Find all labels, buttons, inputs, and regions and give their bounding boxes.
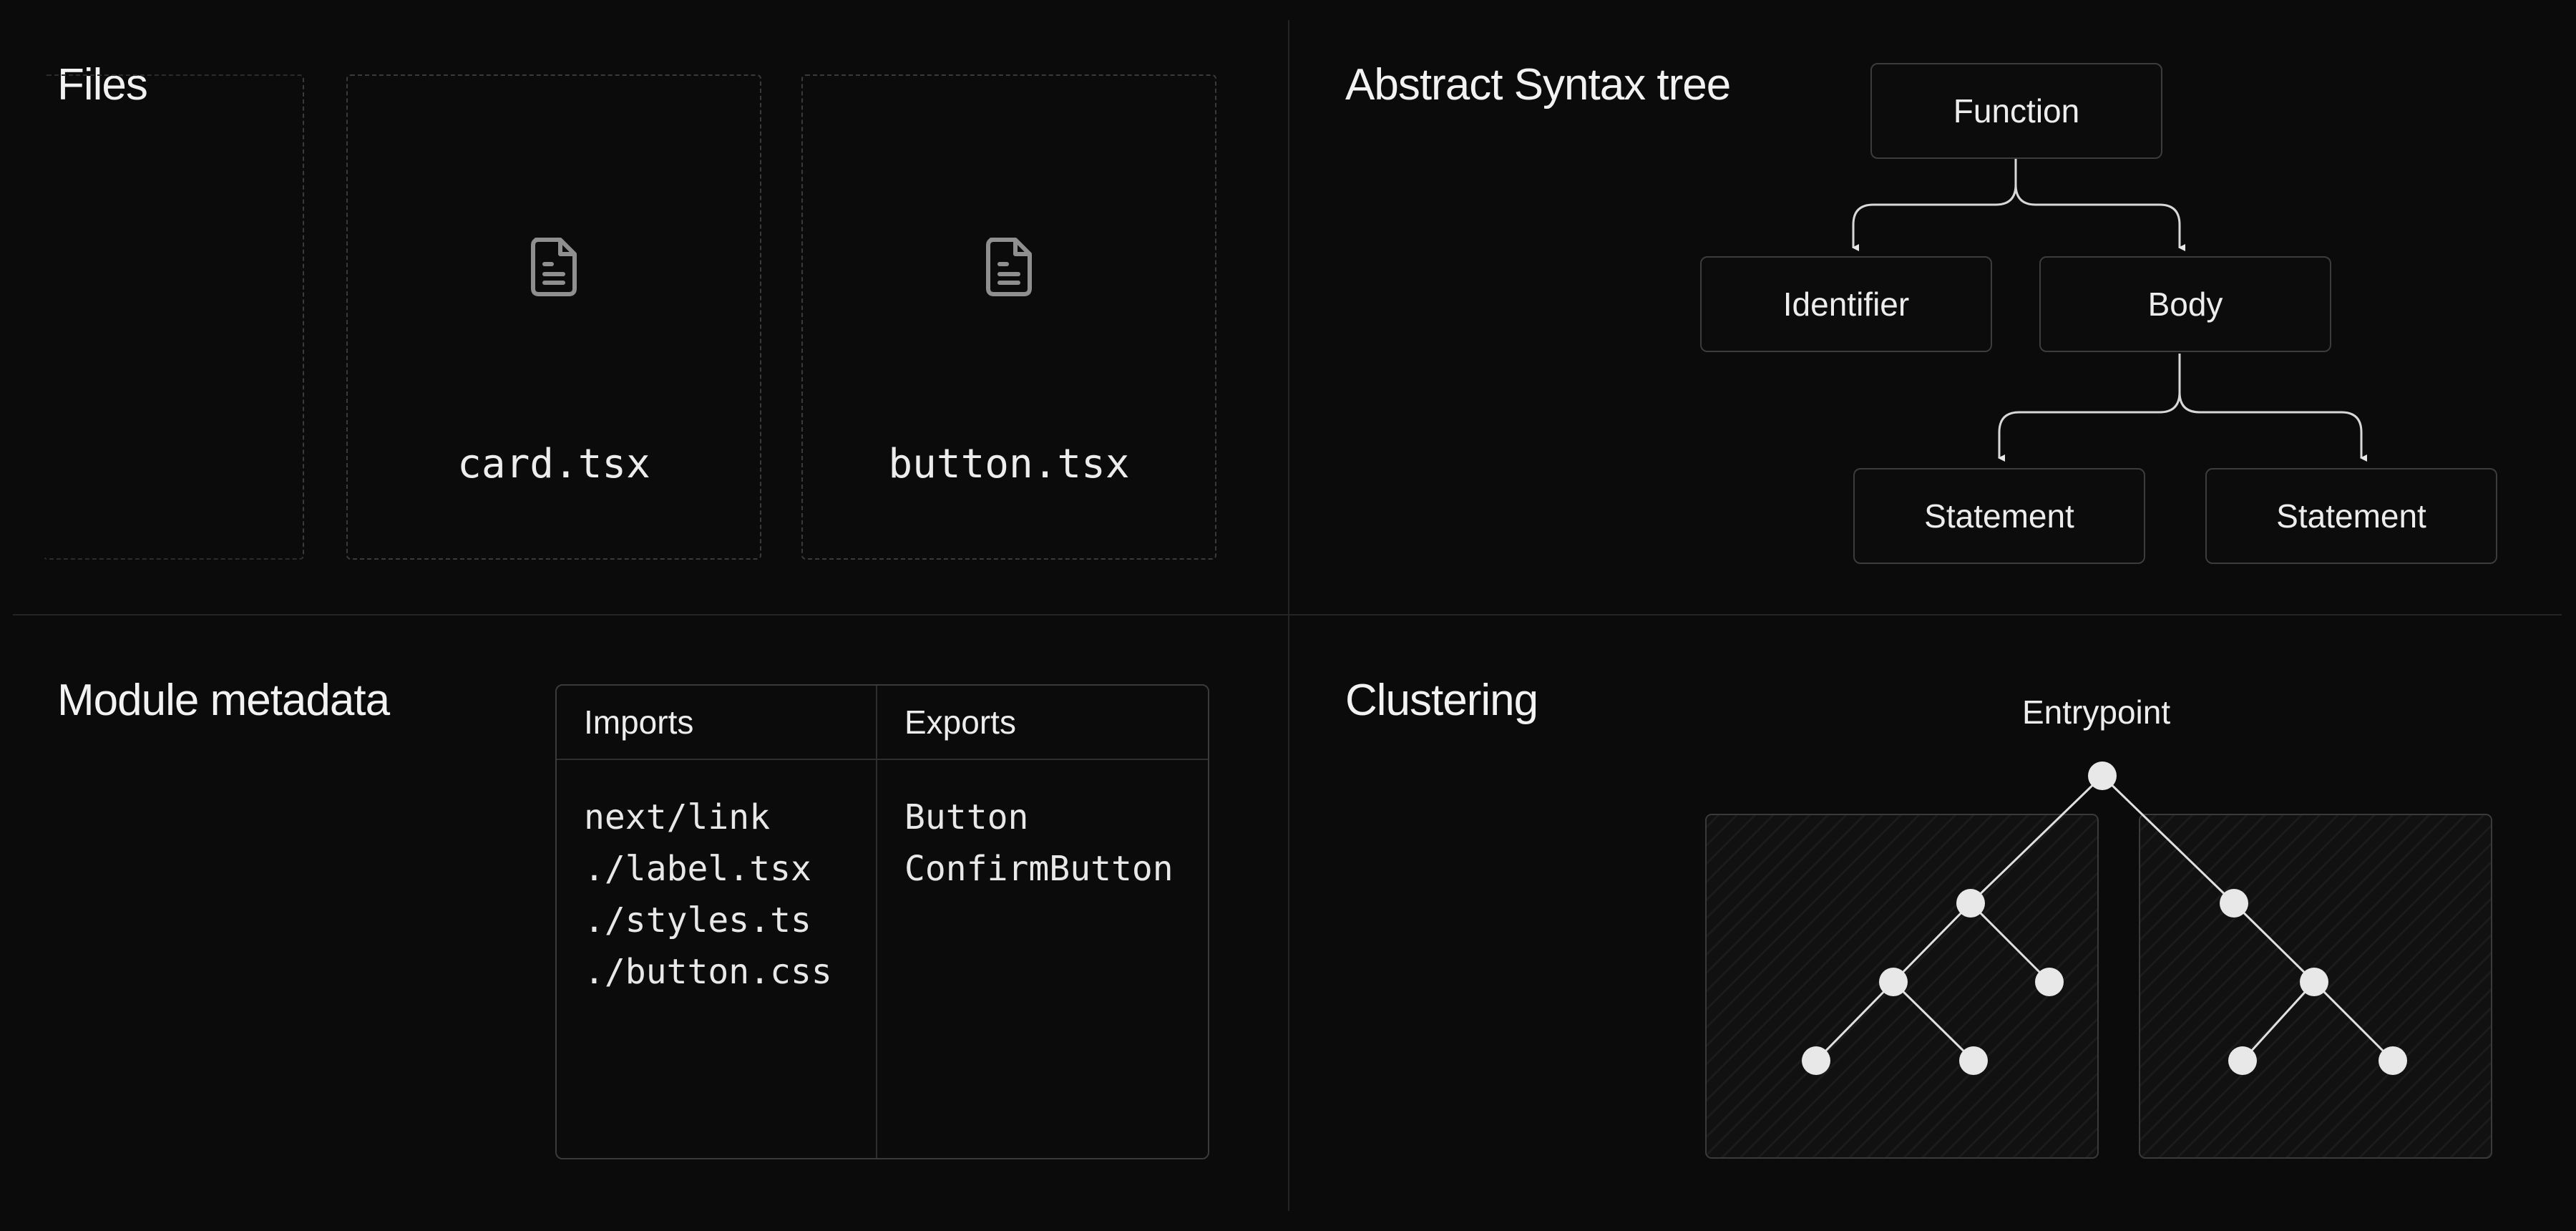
tree-node (2300, 968, 2328, 996)
tree-node (1879, 968, 1908, 996)
tree-node (1959, 1046, 1988, 1075)
tree-node (2220, 889, 2248, 918)
tree-node (2228, 1046, 2257, 1075)
tree-node (1956, 889, 1985, 918)
cluster-graph (1705, 762, 2492, 1159)
tree-node (2035, 968, 2064, 996)
entrypoint-node (2088, 762, 2117, 790)
tree-node (2379, 1046, 2407, 1075)
tree-node (1802, 1046, 1830, 1075)
